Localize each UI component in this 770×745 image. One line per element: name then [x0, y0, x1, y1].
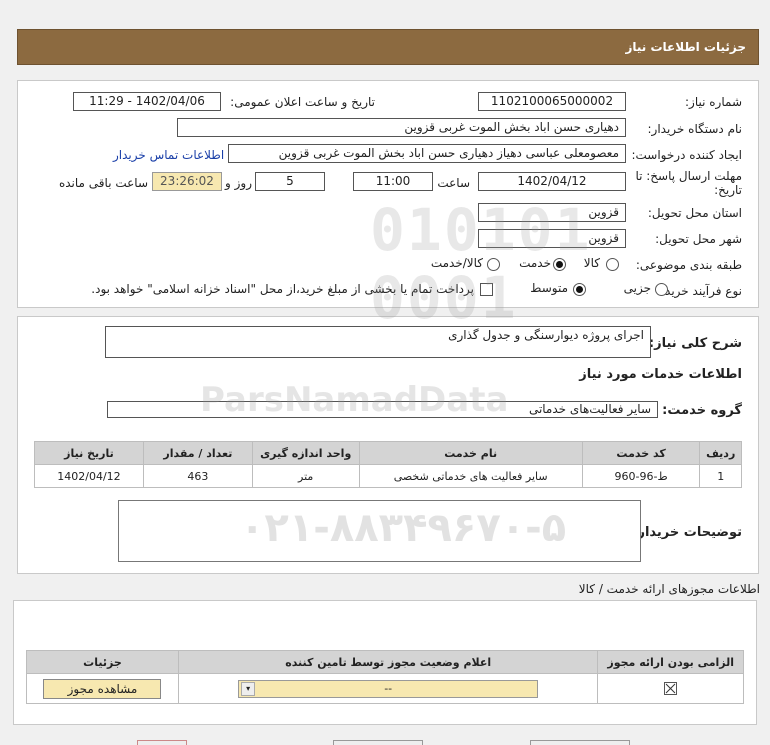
table-row: 1 ط-96-960 سایر فعالیت های خدماتی شخصی م…: [34, 464, 742, 488]
col-permit-required: الزامی بودن ارائه مجوز: [597, 650, 744, 674]
remaining-label: ساعت باقی مانده: [58, 176, 148, 190]
category-radio-service[interactable]: [553, 258, 566, 271]
permit-status-cell: -- ▾: [177, 673, 599, 704]
payment-note: پرداخت تمام یا بخشی از مبلغ خرید،از محل …: [91, 282, 474, 296]
table-row: -- ▾ مشاهده مجوز: [26, 673, 744, 704]
service-group-field: سایر فعالیت‌های خدماتی: [107, 401, 658, 418]
cell-quantity: 463: [142, 464, 253, 488]
category-option-service: خدمت: [519, 256, 551, 270]
deadline-time-label: ساعت: [437, 176, 470, 190]
requester-label: ایجاد کننده درخواست:: [631, 148, 742, 162]
announce-field: 1402/04/06 - 11:29: [73, 92, 221, 111]
cell-need-date: 1402/04/12: [34, 464, 144, 488]
payment-checkbox[interactable]: [480, 283, 493, 296]
cell-unit: متر: [251, 464, 360, 488]
category-radio-goods-service[interactable]: [487, 258, 500, 271]
col-unit: واحد اندازه گیری: [251, 441, 360, 465]
permits-table: الزامی بودن ارائه مجوز اعلام وضعیت مجوز …: [26, 650, 744, 704]
bottom-button-left[interactable]: [137, 740, 187, 745]
col-permit-details: جزئیات: [26, 650, 179, 674]
cell-service-code: ط-96-960: [581, 464, 701, 488]
city-label: شهر محل تحویل:: [655, 232, 742, 246]
contact-buyer-link[interactable]: اطلاعات تماس خریدار: [113, 148, 224, 162]
services-table-header: ردیف کد خدمت نام خدمت واحد اندازه گیری ت…: [34, 441, 742, 465]
need-number-field: 1102100065000002: [478, 92, 626, 111]
buyer-notes-label: توضیحات خریدار:: [632, 525, 742, 540]
cell-service-name: سایر فعالیت های خدماتی شخصی: [358, 464, 583, 488]
permit-required-checkbox[interactable]: [664, 682, 678, 696]
need-number-label: شماره نیاز:: [685, 95, 742, 109]
permit-details-cell: مشاهده مجوز: [26, 673, 179, 704]
city-field: قزوین: [478, 229, 626, 248]
page-header: جزئیات اطلاعات نیاز: [17, 29, 759, 65]
buyer-label: نام دستگاه خریدار:: [647, 122, 743, 136]
remaining-time-field: 23:26:02: [152, 172, 222, 191]
process-label: نوع فرآیند خرید :: [657, 284, 742, 298]
category-label: طبقه بندی موضوعی:: [635, 258, 742, 272]
col-row-number: ردیف: [699, 441, 742, 465]
services-table: ردیف کد خدمت نام خدمت واحد اندازه گیری ت…: [34, 441, 742, 488]
process-option-medium: متوسط: [530, 281, 568, 295]
announce-label: تاریخ و ساعت اعلان عمومی:: [230, 95, 375, 109]
service-group-label: گروه خدمت:: [662, 403, 742, 418]
cell-row-number: 1: [699, 464, 742, 488]
col-quantity: تعداد / مقدار: [142, 441, 253, 465]
process-option-minor: جزیی: [623, 281, 651, 295]
col-need-date: تاریخ نیاز: [34, 441, 144, 465]
permit-required-cell: [597, 673, 744, 704]
deadline-date-field: 1402/04/12: [478, 172, 626, 191]
province-field: قزوین: [478, 203, 626, 222]
services-title: اطلاعات خدمات مورد نیاز: [579, 367, 742, 382]
deadline-label: مهلت ارسال پاسخ: تا: [635, 169, 742, 183]
permit-status-value: --: [384, 681, 393, 695]
province-label: استان محل تحویل:: [647, 206, 742, 220]
permits-table-header: الزامی بودن ارائه مجوز اعلام وضعیت مجوز …: [26, 650, 744, 674]
summary-label: شرح کلی نیاز:: [648, 336, 742, 351]
days-field: 5: [255, 172, 325, 191]
cross-icon: [665, 683, 676, 694]
deadline-label-date: تاریخ:: [714, 183, 742, 197]
category-option-goods-service: کالا/خدمت: [430, 256, 483, 270]
bottom-button-middle[interactable]: [333, 740, 423, 745]
deadline-time-field: 11:00: [353, 172, 433, 191]
permit-status-select[interactable]: -- ▾: [238, 679, 539, 698]
requester-field: معصومعلی عباسی دهیاز دهیاری حسن اباد بخش…: [228, 144, 626, 163]
col-service-code: کد خدمت: [581, 441, 701, 465]
col-permit-status: اعلام وضعیت مجوز توسط تامین کننده: [177, 650, 599, 674]
process-radio-medium[interactable]: [573, 283, 586, 296]
permits-title: اطلاعات مجوزهای ارائه خدمت / کالا: [578, 582, 760, 596]
need-info-panel: [17, 80, 759, 308]
category-option-goods: کالا: [583, 256, 600, 270]
chevron-down-icon: ▾: [241, 681, 256, 696]
buyer-notes-field: [118, 500, 641, 562]
process-radio-minor[interactable]: [655, 283, 668, 296]
buyer-field: دهیاری حسن اباد بخش الموت غربی قزوین: [177, 118, 626, 137]
bottom-button-right[interactable]: [530, 740, 630, 745]
view-permit-button[interactable]: مشاهده مجوز: [43, 678, 162, 699]
col-service-name: نام خدمت: [358, 441, 583, 465]
page-title: جزئیات اطلاعات نیاز: [625, 40, 746, 54]
days-label: روز و: [225, 176, 252, 190]
summary-field: اجرای پروژه دیوارسنگی و جدول گذاری: [105, 326, 651, 358]
category-radio-goods[interactable]: [606, 258, 619, 271]
